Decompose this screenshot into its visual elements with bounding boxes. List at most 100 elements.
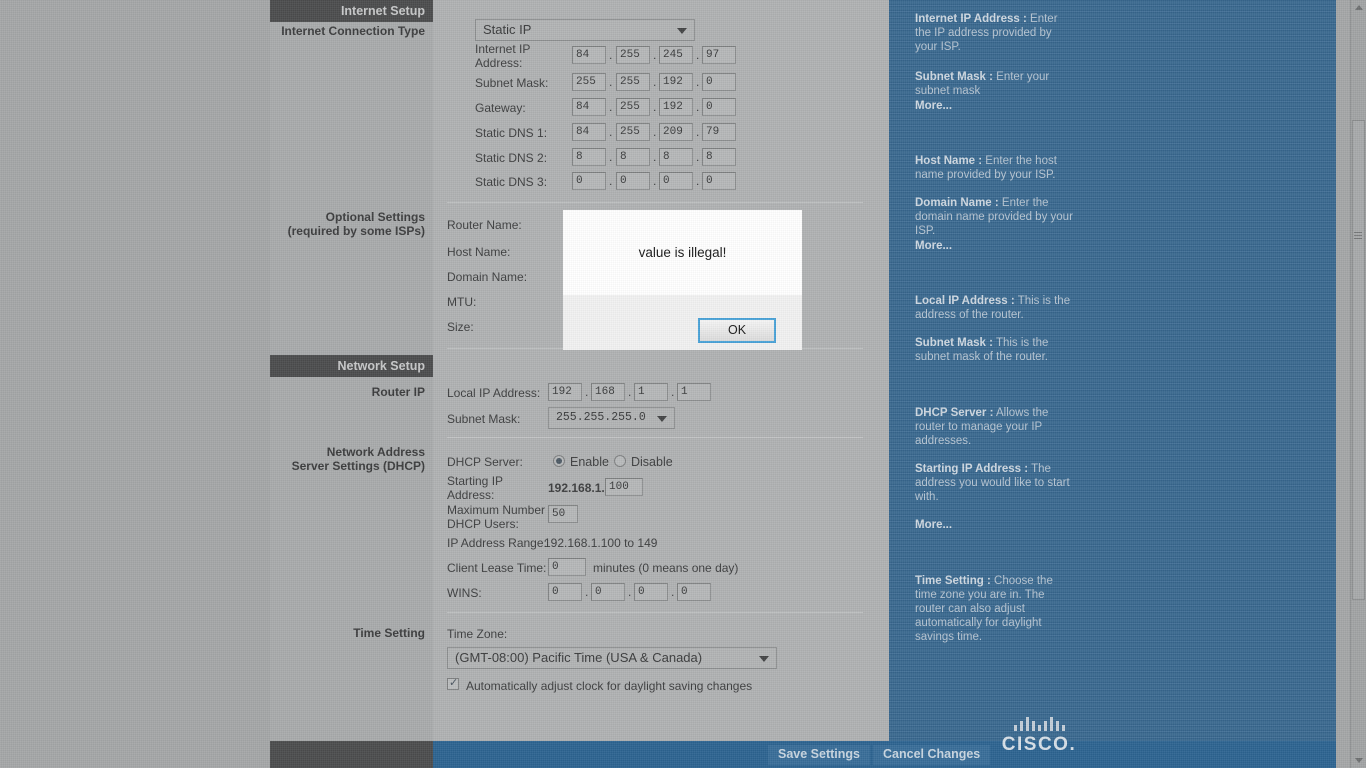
section-header-network-setup: Network Setup <box>270 355 433 377</box>
cisco-bars-icon <box>974 717 1104 731</box>
dns3-octet-1[interactable]: 0 <box>616 172 650 190</box>
help-more-link-2[interactable]: More... <box>915 240 952 252</box>
label-mtu: MTU: <box>447 295 477 309</box>
wins-octet-2[interactable]: 0 <box>634 583 668 601</box>
starting-ip-prefix: 192.168.1. <box>548 481 605 495</box>
wan-subnet-octet-1[interactable]: 255 <box>616 73 650 91</box>
scrollbar-grip-icon <box>1354 232 1362 239</box>
dns2-octet-3[interactable]: 8 <box>702 148 736 166</box>
help-item-starting-ip-address: Starting IP Address : The address you wo… <box>915 462 1075 504</box>
help-term: Local IP Address : <box>915 295 1015 307</box>
scroll-down-arrow-icon[interactable] <box>1351 752 1366 768</box>
dot-separator: . <box>609 174 613 188</box>
label-internet-ip-address-line1: Internet IP <box>475 42 531 56</box>
dns3-octet-3[interactable]: 0 <box>702 172 736 190</box>
alert-ok-button[interactable]: OK <box>698 318 776 343</box>
help-more-link-1[interactable]: More... <box>915 100 952 112</box>
vertical-scrollbar[interactable] <box>1350 0 1366 768</box>
label-daylight-saving: Automatically adjust clock for daylight … <box>466 679 753 693</box>
internet-ip-octet-2[interactable]: 245 <box>659 46 693 64</box>
internet-ip-octet-1[interactable]: 255 <box>616 46 650 64</box>
dot-separator: . <box>696 174 700 188</box>
gateway-octet-0[interactable]: 84 <box>572 98 606 116</box>
dot-separator: . <box>585 385 589 399</box>
save-settings-button[interactable]: Save Settings <box>768 745 870 765</box>
local-ip-octet-3[interactable]: 1 <box>677 383 711 401</box>
help-term: Subnet Mask : <box>915 71 993 83</box>
help-term: Host Name : <box>915 155 983 167</box>
internet-ip-octet-0[interactable]: 84 <box>572 46 606 64</box>
help-term: Time Setting : <box>915 575 991 587</box>
label-client-lease-time: Client Lease Time: <box>447 561 547 575</box>
client-lease-time-suffix: minutes (0 means one day) <box>593 561 739 575</box>
dot-separator: . <box>609 48 613 62</box>
starting-ip-input[interactable]: 100 <box>605 478 643 496</box>
dot-separator: . <box>671 585 675 599</box>
row-label-optional-settings-line2: (required by some ISPs) <box>287 224 425 238</box>
dns1-octet-1[interactable]: 255 <box>616 123 650 141</box>
chevron-down-icon <box>677 28 687 34</box>
dns2-octet-1[interactable]: 8 <box>616 148 650 166</box>
wins-octet-0[interactable]: 0 <box>548 583 582 601</box>
dns1-octet-2[interactable]: 209 <box>659 123 693 141</box>
label-dhcp-enable: Enable <box>570 455 609 469</box>
radio-dhcp-disable[interactable] <box>614 455 626 467</box>
scrollbar-thumb[interactable] <box>1352 120 1365 600</box>
label-wan-subnet-mask: Subnet Mask: <box>475 76 549 90</box>
wan-subnet-octet-0[interactable]: 255 <box>572 73 606 91</box>
dns2-octet-2[interactable]: 8 <box>659 148 693 166</box>
cisco-wordmark: CISCO. <box>1001 734 1077 755</box>
row-label-time-setting: Time Setting <box>353 626 425 640</box>
label-local-ip-address: Local IP Address: <box>447 386 541 400</box>
row-label-optional-settings-line1: Optional Settings <box>325 210 425 224</box>
wan-subnet-octet-3[interactable]: 0 <box>702 73 736 91</box>
dot-separator: . <box>653 174 657 188</box>
label-time-zone: Time Zone: <box>447 627 508 641</box>
max-dhcp-users-input[interactable]: 50 <box>548 505 578 523</box>
label-host-name: Host Name: <box>447 245 511 259</box>
label-ip-address-range: IP Address Range: <box>447 536 547 550</box>
help-item-lan-subnet-mask: Subnet Mask : This is the subnet mask of… <box>915 336 1075 364</box>
wan-subnet-octet-2[interactable]: 192 <box>659 73 693 91</box>
chevron-down-icon <box>759 656 769 662</box>
checkbox-daylight-saving[interactable] <box>447 676 459 690</box>
help-more-link-3[interactable]: More... <box>915 519 952 531</box>
dns3-octet-0[interactable]: 0 <box>572 172 606 190</box>
time-zone-select[interactable]: (GMT-08:00) Pacific Time (USA & Canada) <box>447 647 777 669</box>
radio-dhcp-enable[interactable] <box>553 455 565 467</box>
dns3-octet-2[interactable]: 0 <box>659 172 693 190</box>
local-ip-octet-2[interactable]: 1 <box>634 383 668 401</box>
internet-connection-type-select[interactable]: Static IP <box>475 19 695 41</box>
help-item-internet-ip-address: Internet IP Address : Enter the IP addre… <box>915 12 1075 54</box>
local-ip-octet-1[interactable]: 168 <box>591 383 625 401</box>
internet-ip-octet-3[interactable]: 97 <box>702 46 736 64</box>
divider <box>447 437 863 438</box>
content-column: Static IP Internet IP Address: 84 . 255 … <box>433 0 889 768</box>
lan-subnet-mask-select[interactable]: 255.255.255.0 <box>548 407 675 429</box>
dot-separator: . <box>628 385 632 399</box>
cancel-changes-button[interactable]: Cancel Changes <box>873 745 991 765</box>
dns1-octet-0[interactable]: 84 <box>572 123 606 141</box>
divider <box>447 202 863 203</box>
dot-separator: . <box>609 150 613 164</box>
dns1-octet-3[interactable]: 79 <box>702 123 736 141</box>
gateway-octet-2[interactable]: 192 <box>659 98 693 116</box>
label-static-dns-1: Static DNS 1: <box>475 126 548 140</box>
help-item-time-setting: Time Setting : Choose the time zone you … <box>915 574 1075 644</box>
scroll-up-arrow-icon[interactable] <box>1351 0 1366 16</box>
router-admin-page: Internet Setup Internet Connection Type … <box>270 0 1336 768</box>
row-label-dhcp-line2: Server Settings (DHCP) <box>291 459 425 473</box>
label-column: Internet Setup Internet Connection Type … <box>270 0 433 768</box>
wins-octet-3[interactable]: 0 <box>677 583 711 601</box>
label-gateway: Gateway: <box>475 101 526 115</box>
dot-separator: . <box>696 75 700 89</box>
dot-separator: . <box>628 585 632 599</box>
dns2-octet-0[interactable]: 8 <box>572 148 606 166</box>
gateway-octet-3[interactable]: 0 <box>702 98 736 116</box>
footer-bar: Save Settings Cancel Changes <box>270 741 1336 768</box>
wins-octet-1[interactable]: 0 <box>591 583 625 601</box>
gateway-octet-1[interactable]: 255 <box>616 98 650 116</box>
client-lease-time-input[interactable]: 0 <box>548 558 586 576</box>
row-label-router-ip: Router IP <box>371 385 425 399</box>
local-ip-octet-0[interactable]: 192 <box>548 383 582 401</box>
